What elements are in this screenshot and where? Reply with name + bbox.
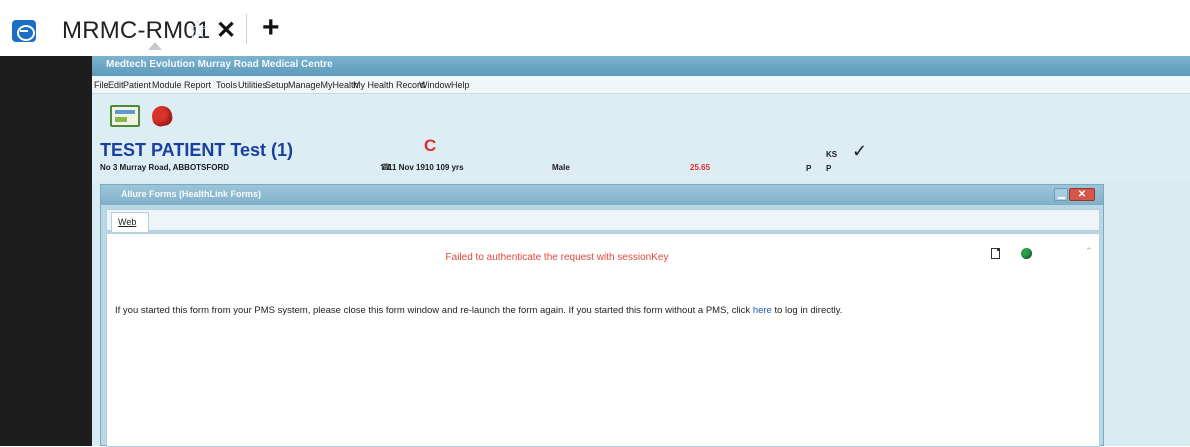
patient-p-flag-1: P — [806, 164, 812, 173]
calendar-icon[interactable] — [110, 105, 140, 127]
forms-window-title: Allure Forms (HealthLink Forms) — [121, 189, 262, 199]
checkmark-icon: ✓ — [852, 141, 868, 161]
heart-icon[interactable] — [148, 102, 176, 130]
tab-web-label: Web — [118, 217, 137, 227]
remote-tab-bar: MRMC-RM01 ☆ ✕ + — [0, 0, 1190, 56]
menu-item-utilities[interactable]: Utilities — [238, 80, 267, 90]
plus-icon[interactable]: + — [262, 11, 280, 45]
instructions-text: If you started this form from your PMS s… — [115, 304, 1075, 317]
menu-bar: File Edit Patient Module Report Tools Utilitie… — [92, 76, 1190, 94]
instructions-after-link: to log in directly. — [771, 305, 843, 316]
app-title-bar: Medtech Evolution Murray Road Medical Ce… — [92, 56, 1190, 76]
medtech-app-window: Medtech Evolution Murray Road Medical Ce… — [92, 56, 1190, 447]
patient-p-flag-2: P — [826, 164, 832, 173]
menu-item-managemyhealth[interactable]: ManageMyHealth — [288, 80, 359, 90]
patient-flag: C — [424, 136, 437, 155]
document-icon[interactable] — [991, 248, 1000, 259]
patient-bmi: 25.65 — [690, 163, 711, 172]
minimize-button[interactable] — [1054, 188, 1068, 201]
menu-item-my-health-record[interactable]: My Health Record — [353, 80, 425, 90]
login-link[interactable]: here — [753, 305, 772, 316]
patient-dob: 11 Nov 1910 109 yrs — [388, 163, 464, 172]
menu-item-window[interactable]: Window — [419, 80, 451, 90]
menu-item-report[interactable]: Report — [184, 80, 211, 90]
patient-banner: TEST PATIENT Test (1) No 3 Murray Road, … — [92, 134, 1190, 182]
scroll-up-icon[interactable]: ⌃ — [1085, 246, 1093, 257]
app-title: Medtech Evolution Murray Road Medical Ce… — [106, 59, 333, 70]
tab-strip: Web — [106, 209, 1100, 232]
menu-item-patient[interactable]: Patient — [123, 80, 151, 90]
instructions-before-link: If you started this form from your PMS s… — [115, 305, 753, 316]
menu-item-edit[interactable]: Edit — [108, 80, 124, 90]
menu-item-module[interactable]: Module — [152, 80, 182, 90]
star-icon[interactable]: ☆ — [186, 14, 209, 45]
patient-ks: KS — [826, 150, 838, 159]
tab-separator — [246, 14, 247, 44]
menu-item-tools[interactable]: Tools — [216, 80, 237, 90]
toolbar — [92, 94, 1190, 134]
patient-address: No 3 Murray Road, ABBOTSFORD — [100, 163, 230, 172]
error-message: Failed to authenticate the request with … — [445, 252, 669, 263]
menu-item-setup[interactable]: Setup — [265, 80, 289, 90]
right-pane — [1110, 184, 1190, 446]
tab-web[interactable]: Web — [111, 212, 149, 232]
menu-item-file[interactable]: File — [94, 80, 109, 90]
close-icon[interactable]: ✕ — [216, 16, 236, 45]
remote-session: Medtech Evolution Murray Road Medical Ce… — [0, 56, 1190, 447]
forms-window: Allure Forms (HealthLink Forms) ✕ Web Fa… — [100, 184, 1104, 447]
active-tab-indicator — [148, 42, 162, 50]
web-content: Failed to authenticate the request with … — [106, 233, 1100, 447]
menu-item-help[interactable]: Help — [451, 80, 470, 90]
close-window-button[interactable]: ✕ — [1069, 188, 1095, 201]
globe-icon[interactable] — [1021, 248, 1032, 259]
patient-sex: Male — [552, 163, 570, 172]
patient-name[interactable]: TEST PATIENT Test (1) — [100, 140, 293, 161]
forms-window-title-bar[interactable]: Allure Forms (HealthLink Forms) ✕ — [101, 185, 1103, 205]
remote-left-margin — [0, 56, 92, 446]
teamviewer-icon[interactable] — [12, 20, 36, 42]
